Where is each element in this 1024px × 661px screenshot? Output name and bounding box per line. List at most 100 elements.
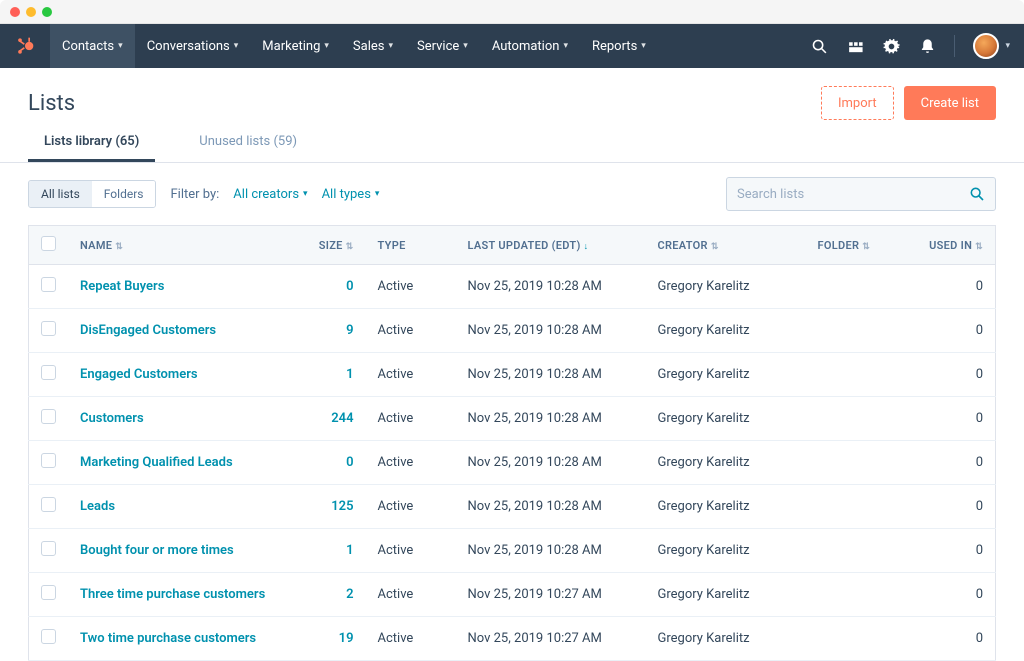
list-size-link[interactable]: 244	[331, 411, 353, 426]
list-name-link[interactable]: Marketing Qualified Leads	[80, 455, 233, 470]
list-name-link[interactable]: Engaged Customers	[80, 367, 198, 382]
col-folder-header[interactable]: FOLDER⇅	[806, 226, 916, 265]
list-size-link[interactable]: 19	[339, 631, 354, 646]
list-creator: Gregory Karelitz	[646, 265, 806, 309]
list-size-link[interactable]: 125	[331, 499, 353, 514]
table-row: Engaged Customers1ActiveNov 25, 2019 10:…	[29, 353, 996, 397]
row-checkbox[interactable]	[41, 497, 56, 512]
col-used-header[interactable]: USED IN⇅	[916, 226, 996, 265]
notifications-bell-icon[interactable]	[918, 37, 936, 55]
list-creator: Gregory Karelitz	[646, 397, 806, 441]
chevron-down-icon: ▾	[641, 41, 646, 51]
list-name-link[interactable]: Repeat Buyers	[80, 279, 164, 294]
nav-item-contacts[interactable]: Contacts▾	[50, 24, 135, 68]
chevron-down-icon: ▾	[324, 41, 329, 51]
list-type: Active	[366, 573, 456, 617]
list-creator: Gregory Karelitz	[646, 353, 806, 397]
nav-item-automation[interactable]: Automation▾	[480, 24, 580, 68]
filter-by-label: Filter by:	[170, 187, 219, 202]
list-type: Active	[366, 265, 456, 309]
list-size-link[interactable]: 9	[346, 323, 353, 338]
mac-max-icon[interactable]	[42, 7, 52, 17]
tab-0[interactable]: Lists library (65)	[28, 134, 155, 162]
list-used-in: 0	[916, 617, 996, 661]
col-creator-header[interactable]: CREATOR⇅	[646, 226, 806, 265]
list-name-link[interactable]: Bought four or more times	[80, 543, 234, 558]
nav-items: Contacts▾Conversations▾Marketing▾Sales▾S…	[50, 24, 658, 68]
row-checkbox[interactable]	[41, 585, 56, 600]
hubspot-logo-icon[interactable]	[14, 35, 36, 57]
row-checkbox[interactable]	[41, 321, 56, 336]
col-updated-header[interactable]: LAST UPDATED (EDT)↓	[456, 226, 646, 265]
nav-item-sales[interactable]: Sales▾	[341, 24, 405, 68]
lists-table: NAME⇅ SIZE⇅ TYPE LAST UPDATED (EDT)↓ CRE…	[28, 225, 996, 661]
table-row: Two time purchase customers19ActiveNov 2…	[29, 617, 996, 661]
segment-all-lists[interactable]: All lists	[29, 181, 92, 207]
row-checkbox[interactable]	[41, 365, 56, 380]
account-menu[interactable]: ▾	[973, 33, 1010, 59]
list-name-link[interactable]: Customers	[80, 411, 144, 426]
filter-types-dropdown[interactable]: All types ▾	[322, 187, 380, 202]
list-name-link[interactable]: Leads	[80, 499, 115, 514]
nav-item-reports[interactable]: Reports ▾	[580, 24, 658, 68]
list-creator: Gregory Karelitz	[646, 441, 806, 485]
import-button[interactable]: Import	[821, 86, 894, 120]
table-row: Marketing Qualified Leads0ActiveNov 25, …	[29, 441, 996, 485]
nav-item-label: Reports	[592, 39, 637, 54]
nav-item-conversations[interactable]: Conversations▾	[135, 24, 251, 68]
list-type: Active	[366, 353, 456, 397]
list-size-link[interactable]: 0	[346, 455, 353, 470]
select-all-checkbox[interactable]	[41, 236, 56, 251]
list-used-in: 0	[916, 441, 996, 485]
row-checkbox[interactable]	[41, 541, 56, 556]
list-type: Active	[366, 617, 456, 661]
table-row: Bought four or more times1ActiveNov 25, …	[29, 529, 996, 573]
search-icon[interactable]	[810, 37, 828, 55]
list-size-link[interactable]: 1	[346, 543, 353, 558]
row-checkbox[interactable]	[41, 629, 56, 644]
row-checkbox[interactable]	[41, 277, 56, 292]
nav-item-service[interactable]: Service▾	[405, 24, 480, 68]
search-icon[interactable]	[969, 186, 985, 202]
page-actions: Import Create list	[821, 86, 996, 120]
mac-close-icon[interactable]	[10, 7, 20, 17]
search-box[interactable]	[726, 177, 996, 211]
row-checkbox[interactable]	[41, 453, 56, 468]
nav-item-label: Conversations	[147, 39, 230, 54]
filter-bar: All listsFolders Filter by: All creators…	[0, 163, 1024, 225]
nav-item-marketing[interactable]: Marketing▾	[250, 24, 341, 68]
chevron-down-icon: ▾	[375, 189, 380, 199]
create-list-button[interactable]: Create list	[904, 86, 996, 120]
avatar	[973, 33, 999, 59]
chevron-down-icon: ▾	[303, 189, 308, 199]
list-size-link[interactable]: 1	[346, 367, 353, 382]
page-header: Lists Import Create list	[0, 68, 1024, 120]
col-name-header[interactable]: NAME⇅	[68, 226, 296, 265]
search-input[interactable]	[737, 187, 969, 202]
row-checkbox[interactable]	[41, 409, 56, 424]
filter-creators-dropdown[interactable]: All creators ▾	[233, 187, 307, 202]
col-type-header[interactable]: TYPE	[366, 226, 456, 265]
list-updated: Nov 25, 2019 10:28 AM	[456, 485, 646, 529]
list-folder	[806, 573, 916, 617]
tab-1[interactable]: Unused lists (59)	[183, 134, 313, 162]
list-updated: Nov 25, 2019 10:28 AM	[456, 529, 646, 573]
list-size-link[interactable]: 2	[346, 587, 353, 602]
list-name-link[interactable]: DisEngaged Customers	[80, 323, 216, 338]
list-name-link[interactable]: Three time purchase customers	[80, 587, 265, 602]
list-used-in: 0	[916, 309, 996, 353]
list-name-link[interactable]: Two time purchase customers	[80, 631, 256, 646]
mac-min-icon[interactable]	[26, 7, 36, 17]
col-size-header[interactable]: SIZE⇅	[296, 226, 366, 265]
marketplace-icon[interactable]	[846, 37, 864, 55]
chevron-down-icon: ▾	[118, 41, 123, 51]
tabs: Lists library (65) Unused lists (59)	[0, 120, 1024, 163]
segment-folders[interactable]: Folders	[92, 181, 156, 207]
list-folder	[806, 617, 916, 661]
top-nav: Contacts▾Conversations▾Marketing▾Sales▾S…	[0, 24, 1024, 68]
chevron-down-icon: ▾	[463, 41, 468, 51]
settings-gear-icon[interactable]	[882, 37, 900, 55]
list-used-in: 0	[916, 353, 996, 397]
list-size-link[interactable]: 0	[346, 279, 353, 294]
nav-item-label: Sales	[353, 39, 385, 54]
